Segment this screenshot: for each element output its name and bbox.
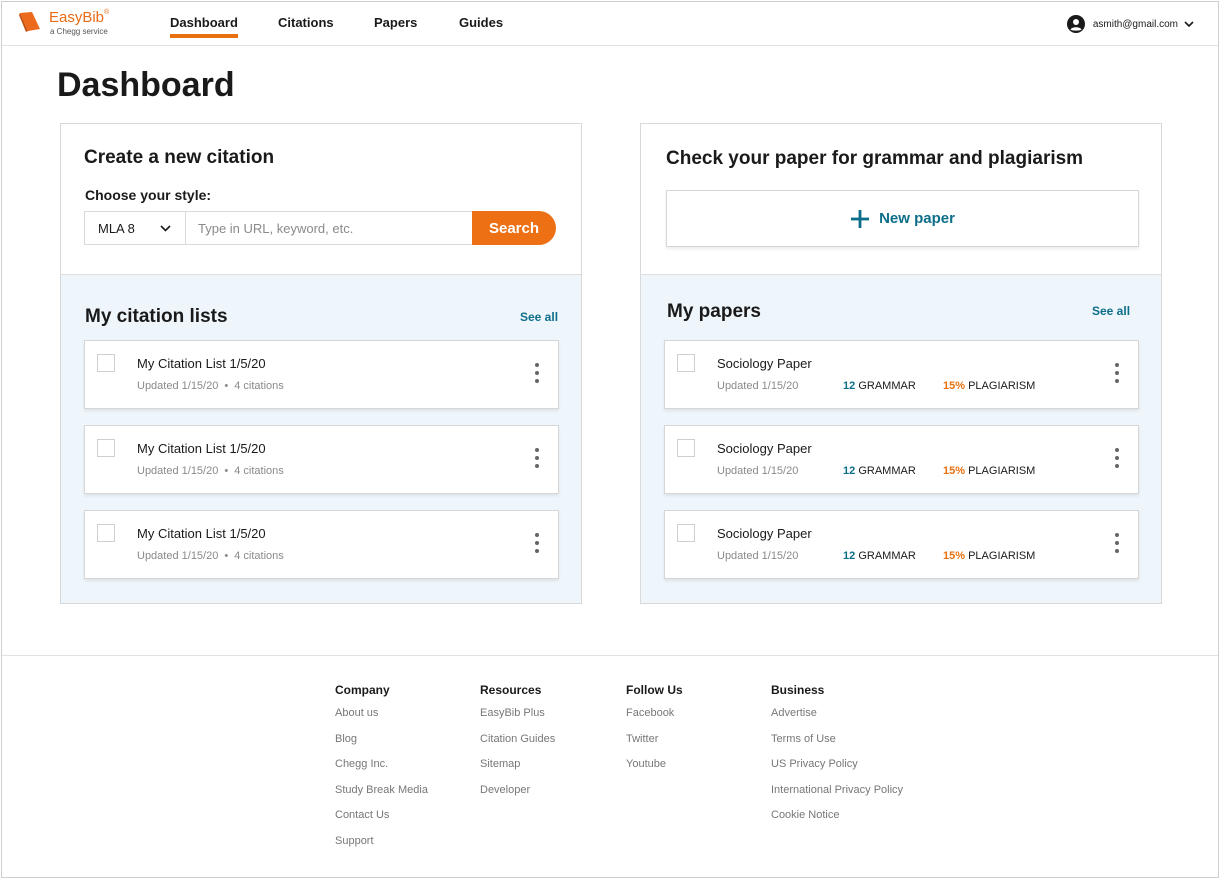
citation-lists-title: My citation lists [85,306,228,327]
footer-link[interactable]: Citation Guides [480,732,555,758]
account-menu[interactable]: asmith@gmail.com [1066,14,1194,34]
kebab-menu-icon[interactable] [534,363,540,387]
paper-updated: Updated 1/15/20 [717,550,799,562]
new-paper-button[interactable]: New paper [666,190,1139,247]
list-item[interactable]: My Citation List 1/5/20 Updated 1/15/20 •… [84,425,559,494]
footer-heading: Resources [480,683,542,697]
list-item-checkbox[interactable] [97,439,115,457]
footer-heading: Company [335,683,390,697]
footer-column-follow-us: Follow Us Facebook Twitter Youtube [626,683,683,783]
footer-column-company: Company About us Blog Chegg Inc. Study B… [335,683,428,859]
plagiarism-stat: 15% PLAGIARISM [943,380,1036,392]
list-item-meta: Updated 1/15/20 • 4 citations [137,550,284,562]
nav-guides[interactable]: Guides [459,15,503,30]
paper-row[interactable]: Sociology Paper Updated 1/15/20 12 GRAMM… [664,340,1139,409]
check-paper-panel: Check your paper for grammar and plagiar… [641,124,1161,275]
footer-link[interactable]: Sitemap [480,757,555,783]
style-select-value: MLA 8 [98,220,135,236]
kebab-menu-icon[interactable] [534,533,540,557]
footer-link[interactable]: Blog [335,732,428,758]
footer-link[interactable]: Terms of Use [771,732,903,758]
kebab-menu-icon[interactable] [1114,533,1120,557]
easybib-logo-icon [19,12,40,32]
my-papers-panel: My papers See all Sociology Paper Update… [641,275,1161,603]
plagiarism-stat: 15% PLAGIARISM [943,465,1036,477]
footer-column-business: Business Advertise Terms of Use US Priva… [771,683,903,834]
chevron-down-icon [160,225,171,232]
list-item-title: My Citation List 1/5/20 [137,356,266,371]
paper-title: Sociology Paper [717,356,812,371]
paper-title: Sociology Paper [717,441,812,456]
kebab-menu-icon[interactable] [1114,448,1120,472]
footer-link[interactable]: About us [335,706,428,732]
paper-updated: Updated 1/15/20 [717,465,799,477]
grammar-stat: 12 GRAMMAR [843,465,916,477]
brand-tagline: a Chegg service [50,27,108,36]
chevron-down-icon [1184,21,1194,27]
list-item-title: My Citation List 1/5/20 [137,441,266,456]
my-papers-title: My papers [667,301,761,322]
account-email: asmith@gmail.com [1092,18,1178,30]
footer-link[interactable]: Chegg Inc. [335,757,428,783]
search-button[interactable]: Search [472,211,556,245]
create-citation-heading: Create a new citation [84,147,275,168]
paper-updated: Updated 1/15/20 [717,380,799,392]
grammar-stat: 12 GRAMMAR [843,380,916,392]
paper-checkbox[interactable] [677,524,695,542]
list-item-meta: Updated 1/15/20 • 4 citations [137,380,284,392]
account-circle-icon [1066,15,1085,33]
style-label: Choose your style: [85,187,212,203]
grammar-stat: 12 GRAMMAR [843,550,916,562]
footer-heading: Follow Us [626,683,683,697]
brand-name: EasyBib® [49,9,110,26]
citation-lists-see-all[interactable]: See all [520,310,558,324]
paper-row[interactable]: Sociology Paper Updated 1/15/20 12 GRAMM… [664,510,1139,579]
create-citation-panel: Create a new citation Choose your style:… [61,124,581,275]
nav-papers[interactable]: Papers [374,15,417,30]
footer-link[interactable]: International Privacy Policy [771,783,903,809]
site-footer: Company About us Blog Chegg Inc. Study B… [2,655,1218,877]
footer-link[interactable]: Cookie Notice [771,808,903,834]
list-item[interactable]: My Citation List 1/5/20 Updated 1/15/20 •… [84,340,559,409]
footer-column-resources: Resources EasyBib Plus Citation Guides S… [480,683,555,808]
new-paper-label: New paper [879,210,955,227]
list-item-checkbox[interactable] [97,354,115,372]
easybib-logo[interactable]: EasyBib® a Chegg service [18,9,128,39]
paper-row[interactable]: Sociology Paper Updated 1/15/20 12 GRAMM… [664,425,1139,494]
list-item-title: My Citation List 1/5/20 [137,526,266,541]
footer-link[interactable]: Youtube [626,757,683,783]
paper-card: Check your paper for grammar and plagiar… [640,123,1162,604]
kebab-menu-icon[interactable] [1114,363,1120,387]
my-papers-see-all[interactable]: See all [1092,304,1130,318]
list-item[interactable]: My Citation List 1/5/20 Updated 1/15/20 •… [84,510,559,579]
kebab-menu-icon[interactable] [534,448,540,472]
app-window: EasyBib® a Chegg service Dashboard Citat… [1,1,1219,878]
plus-icon [851,209,870,228]
paper-checkbox[interactable] [677,354,695,372]
list-item-checkbox[interactable] [97,524,115,542]
nav-citations[interactable]: Citations [278,15,334,30]
check-paper-heading: Check your paper for grammar and plagiar… [666,148,1084,169]
nav-dashboard[interactable]: Dashboard [170,15,238,38]
style-select[interactable]: MLA 8 [84,211,185,245]
footer-link[interactable]: Support [335,834,428,860]
footer-link[interactable]: EasyBib Plus [480,706,555,732]
top-nav-bar: EasyBib® a Chegg service Dashboard Citat… [2,2,1218,46]
footer-link[interactable]: Facebook [626,706,683,732]
footer-link[interactable]: US Privacy Policy [771,757,903,783]
footer-link[interactable]: Advertise [771,706,903,732]
paper-title: Sociology Paper [717,526,812,541]
footer-heading: Business [771,683,825,697]
footer-link[interactable]: Study Break Media [335,783,428,809]
footer-link[interactable]: Twitter [626,732,683,758]
plagiarism-stat: 15% PLAGIARISM [943,550,1036,562]
footer-link[interactable]: Developer [480,783,555,809]
citation-lists-panel: My citation lists See all My Citation Li… [61,275,581,603]
footer-link[interactable]: Contact Us [335,808,428,834]
page-title: Dashboard [57,66,235,104]
list-item-meta: Updated 1/15/20 • 4 citations [137,465,284,477]
citation-search-input[interactable] [185,211,475,245]
citation-card: Create a new citation Choose your style:… [60,123,582,604]
paper-checkbox[interactable] [677,439,695,457]
